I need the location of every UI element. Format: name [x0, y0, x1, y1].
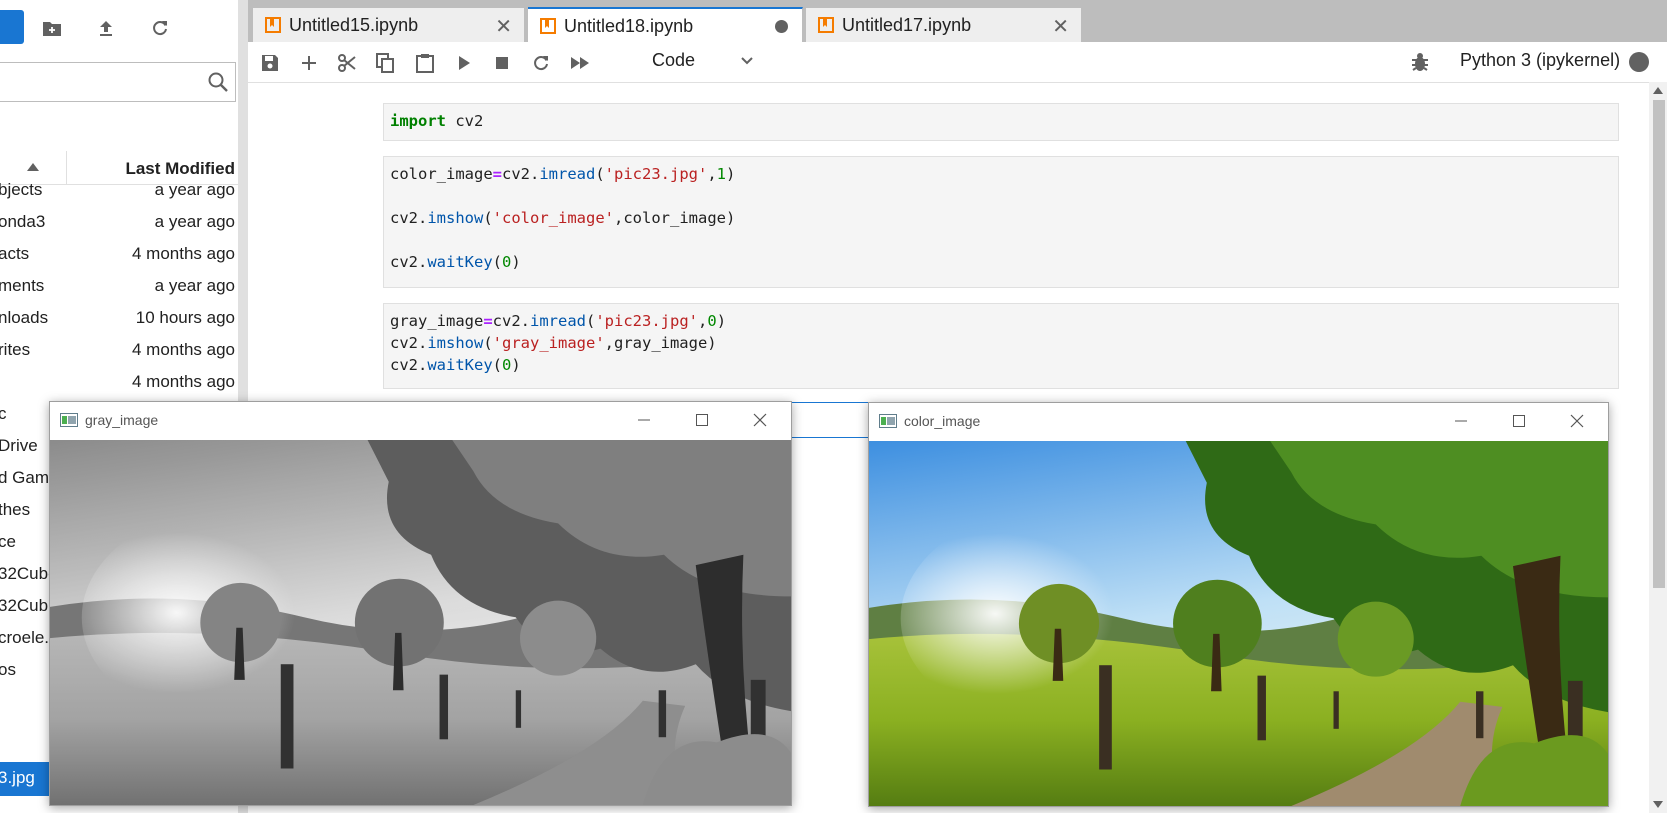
kernel-status-icon: [1629, 52, 1649, 72]
image-window-icon: [60, 413, 78, 427]
chevron-down-icon[interactable]: [740, 52, 754, 70]
kernel-name[interactable]: Python 3 (ipykernel): [1460, 50, 1620, 71]
fast-forward-icon: [571, 57, 589, 69]
upload-icon: [100, 21, 112, 36]
file-search-input[interactable]: [3, 63, 197, 101]
window-title-bar[interactable]: gray_image: [50, 402, 791, 440]
tab-untitled17[interactable]: Untitled17.ipynb ✕: [806, 8, 1082, 42]
close-icon[interactable]: [1569, 413, 1585, 429]
refresh-icon: [153, 21, 167, 36]
paste-icon: [416, 54, 434, 73]
file-modified: 4 months ago: [131, 372, 235, 391]
copy-button[interactable]: [372, 50, 398, 76]
notebook-icon: [265, 17, 281, 33]
cut-icon: [338, 54, 356, 72]
file-row[interactable]: nloads 10 hours ago: [0, 302, 238, 336]
sort-ascending-icon: [27, 163, 39, 171]
code-editor[interactable]: gray_image=cv2.imread('pic23.jpg',0) cv2…: [383, 303, 1619, 389]
file-name: nloads: [0, 308, 49, 327]
code-editor[interactable]: color_image=cv2.imread('pic23.jpg',1) cv…: [383, 156, 1619, 288]
unsaved-indicator-icon[interactable]: [775, 20, 788, 33]
tab-label: Untitled15.ipynb: [289, 15, 419, 35]
save-icon: [262, 55, 278, 71]
file-modified: 10 hours ago: [135, 308, 235, 327]
file-name: 3.jpg: [0, 768, 35, 787]
upload-button[interactable]: [90, 12, 122, 44]
image-window-icon: [879, 414, 897, 428]
file-modified: a year ago: [154, 212, 235, 231]
color-image-display: [869, 441, 1608, 806]
notebook-toolbar: Code Python 3 (ipykernel): [248, 42, 1667, 83]
refresh-icon: [534, 56, 548, 71]
window-title: gray_image: [85, 412, 159, 428]
file-name: ments: [0, 276, 45, 295]
add-icon: [302, 56, 316, 70]
file-row[interactable]: 4 months ago: [0, 366, 238, 400]
file-row[interactable]: rites 4 months ago: [0, 334, 238, 368]
restart-kernel-button[interactable]: [528, 50, 554, 76]
interrupt-kernel-button[interactable]: [489, 50, 515, 76]
close-icon[interactable]: ✕: [495, 14, 512, 39]
search-icon: [208, 72, 228, 92]
insert-cell-button[interactable]: [296, 50, 322, 76]
stop-icon: [496, 57, 508, 69]
maximize-icon[interactable]: [1511, 413, 1527, 429]
grayscale-landscape-image: [50, 440, 791, 805]
file-modified: 4 months ago: [131, 244, 235, 263]
file-name: rites: [0, 340, 31, 359]
file-name: ce: [0, 532, 16, 551]
tab-label: Untitled17.ipynb: [842, 15, 972, 35]
file-modified: 4 months ago: [131, 340, 235, 359]
tab-bar: Untitled15.ipynb ✕ Untitled18.ipynb Unti…: [248, 0, 1667, 42]
file-name: thes: [0, 500, 31, 519]
minimize-icon[interactable]: [1453, 413, 1469, 429]
minimize-icon[interactable]: [636, 412, 652, 428]
new-folder-button[interactable]: [36, 12, 68, 44]
file-row[interactable]: ments a year ago: [0, 270, 238, 304]
tab-label: Untitled18.ipynb: [564, 16, 694, 36]
code-editor[interactable]: import cv2: [383, 103, 1619, 141]
cut-button[interactable]: [334, 50, 360, 76]
scrollbar-thumb[interactable]: [1653, 100, 1665, 588]
file-name: Drive: [0, 436, 38, 455]
tab-untitled15[interactable]: Untitled15.ipynb ✕: [253, 8, 525, 42]
restart-run-all-button[interactable]: [567, 50, 593, 76]
window-title: color_image: [904, 413, 981, 429]
file-row[interactable]: bjects a year ago: [0, 174, 238, 208]
gray-image-window[interactable]: gray_image: [49, 401, 792, 806]
file-row[interactable]: acts 4 months ago: [0, 238, 238, 272]
new-launcher-button[interactable]: [0, 10, 24, 44]
notebook-icon: [818, 17, 834, 33]
file-name: onda3: [0, 212, 46, 231]
save-button[interactable]: [257, 50, 283, 76]
scroll-up-icon[interactable]: [1653, 86, 1663, 94]
run-cell-button[interactable]: [451, 50, 477, 76]
file-name: os: [0, 660, 16, 679]
maximize-icon[interactable]: [694, 412, 710, 428]
file-name: acts: [0, 244, 30, 263]
cell-type-select[interactable]: Code: [652, 50, 695, 71]
window-title-bar[interactable]: color_image: [869, 403, 1608, 441]
file-row[interactable]: onda3 a year ago: [0, 206, 238, 240]
paste-button[interactable]: [412, 50, 438, 76]
tab-untitled18[interactable]: Untitled18.ipynb: [528, 7, 803, 42]
close-icon[interactable]: ✕: [1052, 14, 1069, 39]
play-icon: [459, 56, 470, 70]
color-landscape-image: [869, 441, 1608, 806]
file-modified: a year ago: [154, 276, 235, 295]
gray-image-display: [50, 440, 791, 805]
file-name: bjects: [0, 180, 43, 199]
close-icon[interactable]: [752, 412, 768, 428]
vertical-scrollbar[interactable]: [1649, 82, 1667, 813]
scroll-down-icon[interactable]: [1653, 801, 1663, 809]
color-image-window[interactable]: color_image: [868, 402, 1609, 807]
notebook-icon: [540, 18, 556, 34]
refresh-button[interactable]: [144, 12, 176, 44]
file-modified: a year ago: [154, 180, 235, 199]
debugger-bug-icon[interactable]: [1410, 51, 1430, 73]
file-search-box[interactable]: [0, 62, 236, 102]
new-folder-icon: [43, 22, 61, 36]
copy-icon: [376, 53, 394, 73]
file-name: c: [0, 404, 7, 423]
